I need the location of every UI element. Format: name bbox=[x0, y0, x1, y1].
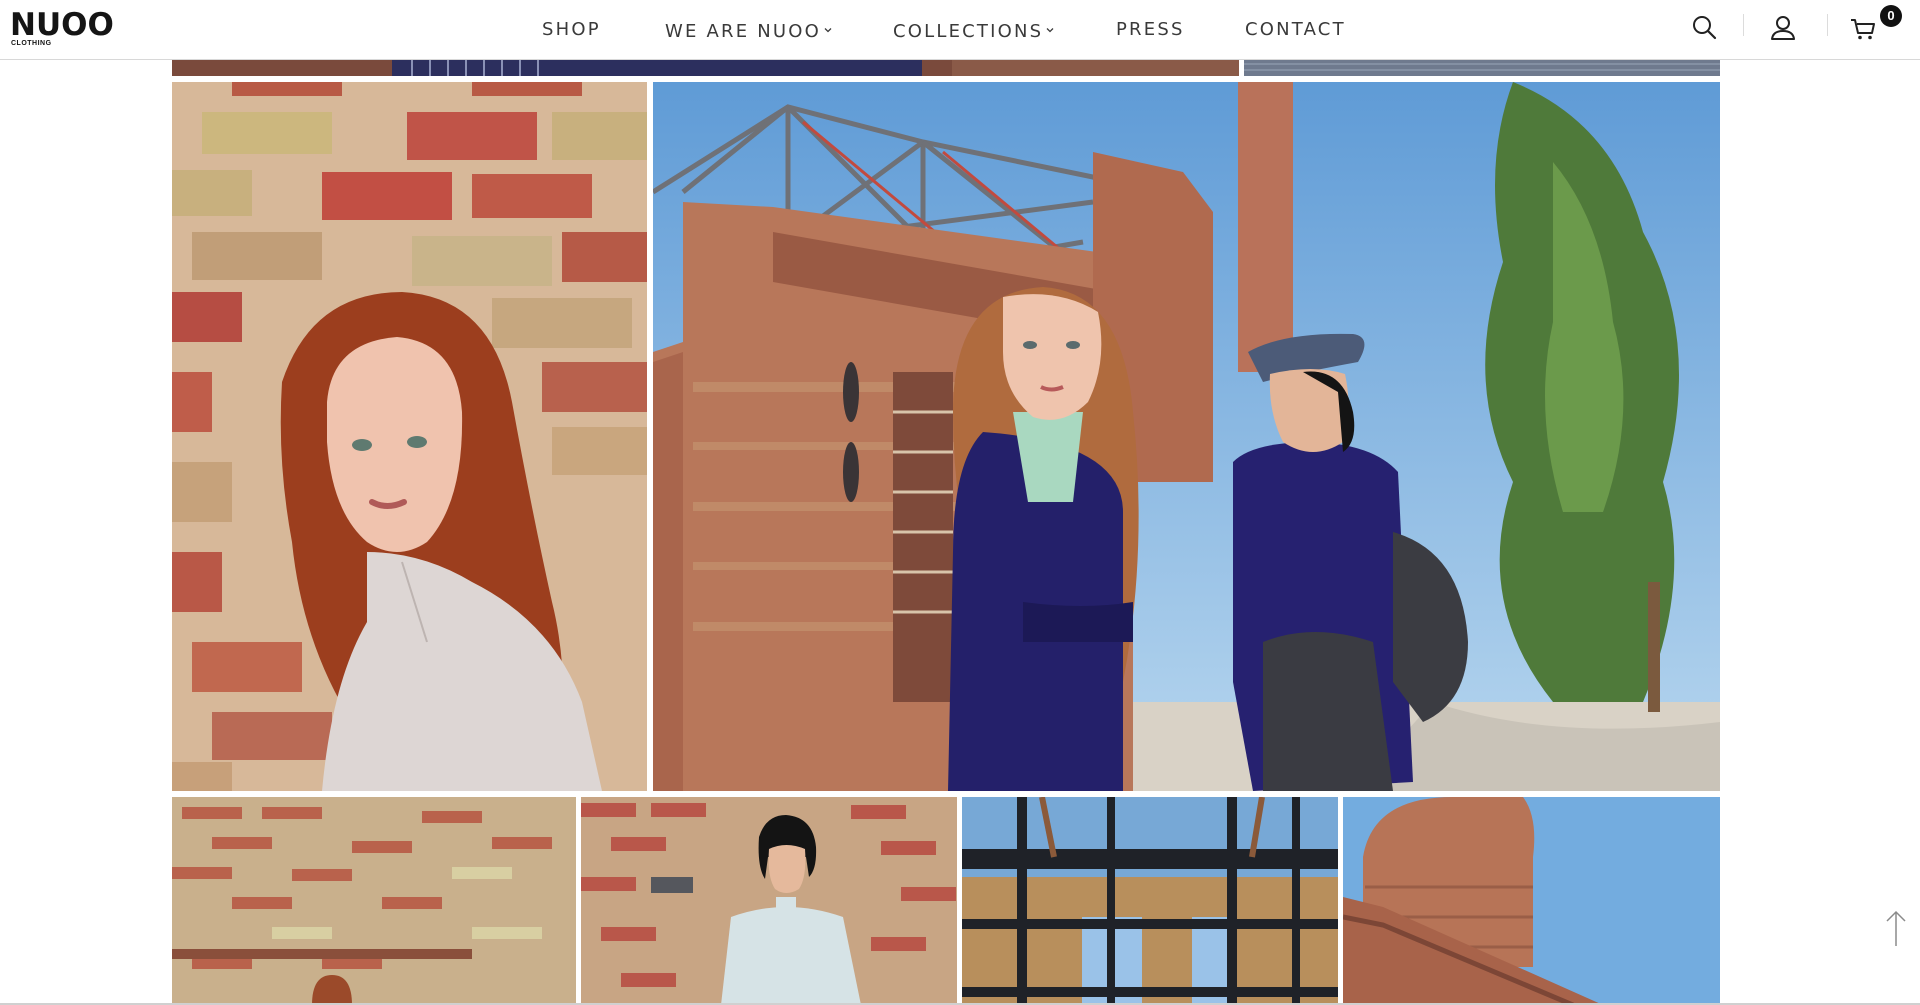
cart-icon bbox=[1851, 19, 1875, 40]
nav-item-label: CONTACT bbox=[1245, 19, 1346, 40]
gallery-photo-brick-wall-arch[interactable] bbox=[172, 797, 576, 1005]
header-divider bbox=[1743, 14, 1744, 36]
search-icon bbox=[1693, 16, 1717, 40]
gallery-photo-steel-frame[interactable] bbox=[962, 797, 1338, 1005]
nav-item-label: PRESS bbox=[1116, 19, 1185, 40]
nav-item-shop[interactable]: SHOP bbox=[542, 18, 601, 42]
nav-item-label: COLLECTIONS bbox=[893, 21, 1044, 42]
account-button[interactable] bbox=[1767, 12, 1799, 44]
brand-logo[interactable]: NUOO CLOTHING bbox=[10, 10, 120, 50]
chevron-down-icon bbox=[1045, 18, 1055, 33]
nav-item-label: WE ARE NUOO bbox=[665, 21, 821, 42]
cart-count-badge: 0 bbox=[1880, 5, 1902, 27]
arrow-up-icon bbox=[1886, 910, 1906, 946]
nav-item-contact[interactable]: CONTACT bbox=[1245, 18, 1346, 42]
brand-name: NUOO bbox=[10, 7, 114, 43]
search-button[interactable] bbox=[1688, 12, 1720, 44]
nav-item-collections[interactable]: COLLECTIONS bbox=[893, 18, 1055, 42]
scroll-to-top-button[interactable] bbox=[1883, 908, 1909, 948]
user-icon bbox=[1771, 16, 1795, 40]
nav-item-we-are-nuoo[interactable]: WE ARE NUOO bbox=[665, 18, 833, 42]
gallery-photo-navy-stripes[interactable] bbox=[172, 58, 1239, 76]
gallery-photo-brick-chimney[interactable] bbox=[1343, 797, 1720, 1005]
site-header: NUOO CLOTHING SHOP WE ARE NUOO COLLECTIO… bbox=[0, 0, 1920, 60]
gallery-photo-paving[interactable] bbox=[1244, 58, 1720, 76]
gallery-photo-two-models-brick-ruins[interactable] bbox=[653, 82, 1720, 791]
gallery-photo-redhead-brick-wall[interactable] bbox=[172, 82, 647, 791]
nav-item-label: SHOP bbox=[542, 19, 601, 40]
cart-button[interactable] bbox=[1848, 12, 1880, 44]
nav-item-press[interactable]: PRESS bbox=[1116, 18, 1185, 42]
chevron-down-icon bbox=[823, 18, 833, 33]
gallery-photo-model-bob-haircut[interactable] bbox=[581, 797, 957, 1005]
header-divider bbox=[1827, 14, 1828, 36]
